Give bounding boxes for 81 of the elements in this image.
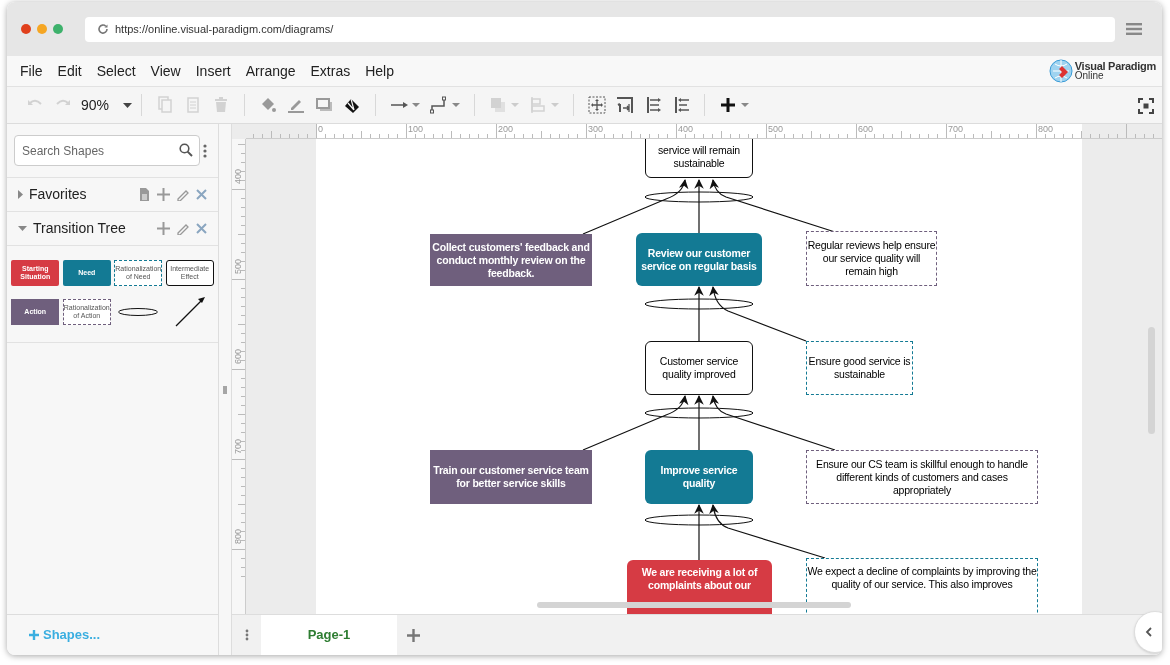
rationale-node: We expect a decline of complaints by improving the quality of our service. This also improves bbox=[806, 558, 1038, 614]
caret-icon[interactable] bbox=[511, 103, 520, 107]
menu-item[interactable]: Edit bbox=[57, 60, 82, 82]
menu-item[interactable]: Insert bbox=[195, 60, 231, 82]
action-node: Train our customer service team for better service skills bbox=[430, 450, 592, 504]
effect-node: service will remain sustainable bbox=[645, 139, 753, 178]
ruler-label: 0 bbox=[318, 124, 323, 134]
horizontal-scrollbar[interactable] bbox=[537, 602, 851, 608]
document-icon[interactable] bbox=[138, 188, 151, 201]
need-node: Review our customer service on regular basis bbox=[636, 233, 762, 286]
group-header[interactable]: Transition Tree bbox=[18, 218, 126, 239]
close-icon[interactable] bbox=[195, 222, 208, 235]
caret-icon[interactable] bbox=[551, 103, 560, 107]
caret-icon bbox=[123, 102, 133, 108]
menu-item[interactable]: Arrange bbox=[245, 60, 296, 82]
connector-arrow bbox=[694, 179, 704, 234]
fullscreen-icon[interactable] bbox=[1138, 98, 1154, 114]
menu-item[interactable]: View bbox=[150, 60, 181, 82]
horizontal-tree-icon[interactable] bbox=[672, 96, 691, 114]
menu-item[interactable]: File bbox=[20, 60, 43, 82]
ruler-label: 800 bbox=[1038, 124, 1054, 134]
address-field[interactable]: https://online.visual-paradigm.com/diagrams/ bbox=[85, 16, 1115, 42]
chevron-left-icon bbox=[1145, 627, 1152, 637]
ruler-label: 400 bbox=[678, 124, 694, 134]
search-field[interactable]: Search Shapes bbox=[14, 135, 200, 166]
pencil-icon[interactable] bbox=[176, 222, 189, 235]
caret-down-icon bbox=[18, 226, 27, 231]
shadow-icon[interactable] bbox=[315, 96, 334, 114]
ruler-label: 600 bbox=[858, 124, 874, 134]
close-icon[interactable] bbox=[195, 188, 208, 201]
caret-icon[interactable] bbox=[412, 103, 421, 107]
ruler-label: 600 bbox=[233, 349, 243, 365]
ruler-label: 500 bbox=[768, 124, 784, 134]
url-text: https://online.visual-paradigm.com/diagrams/ bbox=[115, 21, 334, 37]
ruler-label: 200 bbox=[498, 124, 514, 134]
ruler-label: 500 bbox=[233, 259, 243, 275]
brush-icon[interactable] bbox=[343, 96, 362, 114]
ruler-label: 700 bbox=[233, 439, 243, 455]
need-node: Improve service quality bbox=[645, 450, 753, 504]
menu-item[interactable]: Select bbox=[96, 60, 136, 82]
tree-layout-icon[interactable] bbox=[616, 96, 635, 114]
ruler-label: 800 bbox=[233, 529, 243, 545]
caret-icon[interactable] bbox=[741, 103, 750, 107]
ruler-label: 400 bbox=[233, 169, 243, 185]
arrow-shape[interactable] bbox=[173, 296, 206, 328]
ruler-label: 300 bbox=[588, 124, 604, 134]
vertical-scrollbar[interactable] bbox=[1148, 327, 1155, 434]
pencil-icon[interactable] bbox=[176, 188, 189, 201]
add-page-icon[interactable] bbox=[406, 628, 420, 642]
logo-icon bbox=[1048, 59, 1073, 83]
plus-icon[interactable] bbox=[719, 96, 738, 114]
rationale-node: Ensure good service is sustainable bbox=[806, 341, 913, 395]
more-icon[interactable] bbox=[244, 629, 249, 641]
logo-text: Visual Paradigm bbox=[1074, 61, 1156, 71]
select-all-icon[interactable] bbox=[588, 96, 607, 114]
horizontal-tree-icon[interactable] bbox=[644, 96, 663, 114]
menu-item[interactable]: Extras bbox=[310, 60, 351, 82]
caret-icon[interactable] bbox=[452, 103, 461, 107]
group-header[interactable]: Favorites bbox=[18, 184, 87, 205]
page-tab[interactable]: Page-1 bbox=[261, 615, 397, 655]
ruler-label: 700 bbox=[948, 124, 964, 134]
action-node: Collect customers' feedback and conduct monthly review on the feedback. bbox=[430, 234, 592, 286]
more-icon[interactable] bbox=[203, 143, 207, 158]
connector-arrow bbox=[694, 395, 704, 451]
search-icon[interactable] bbox=[179, 143, 193, 157]
ellipse-shape[interactable] bbox=[118, 308, 159, 316]
logo-subtitle: Online bbox=[1074, 71, 1104, 81]
menu-item[interactable]: Help bbox=[365, 60, 394, 82]
rationale-node: Regular reviews help ensure our service quality will remain high bbox=[806, 231, 937, 286]
reload-icon[interactable] bbox=[97, 23, 109, 35]
zoom-dropdown[interactable]: 90% bbox=[77, 94, 133, 116]
caret-right-icon bbox=[18, 190, 23, 199]
plus-icon bbox=[29, 630, 39, 640]
waypoint-icon[interactable] bbox=[430, 96, 449, 114]
connector-arrow bbox=[694, 504, 704, 561]
menu-icon[interactable] bbox=[1126, 23, 1142, 35]
splitter-handle-icon[interactable] bbox=[223, 385, 227, 394]
connector-arrow bbox=[694, 286, 704, 342]
ruler-label: 100 bbox=[408, 124, 424, 134]
effect-node: Customer service quality improved bbox=[645, 341, 753, 395]
rationale-node: Ensure our CS team is skillful enough to handle different kinds of customers and cases appropriately bbox=[806, 450, 1038, 504]
